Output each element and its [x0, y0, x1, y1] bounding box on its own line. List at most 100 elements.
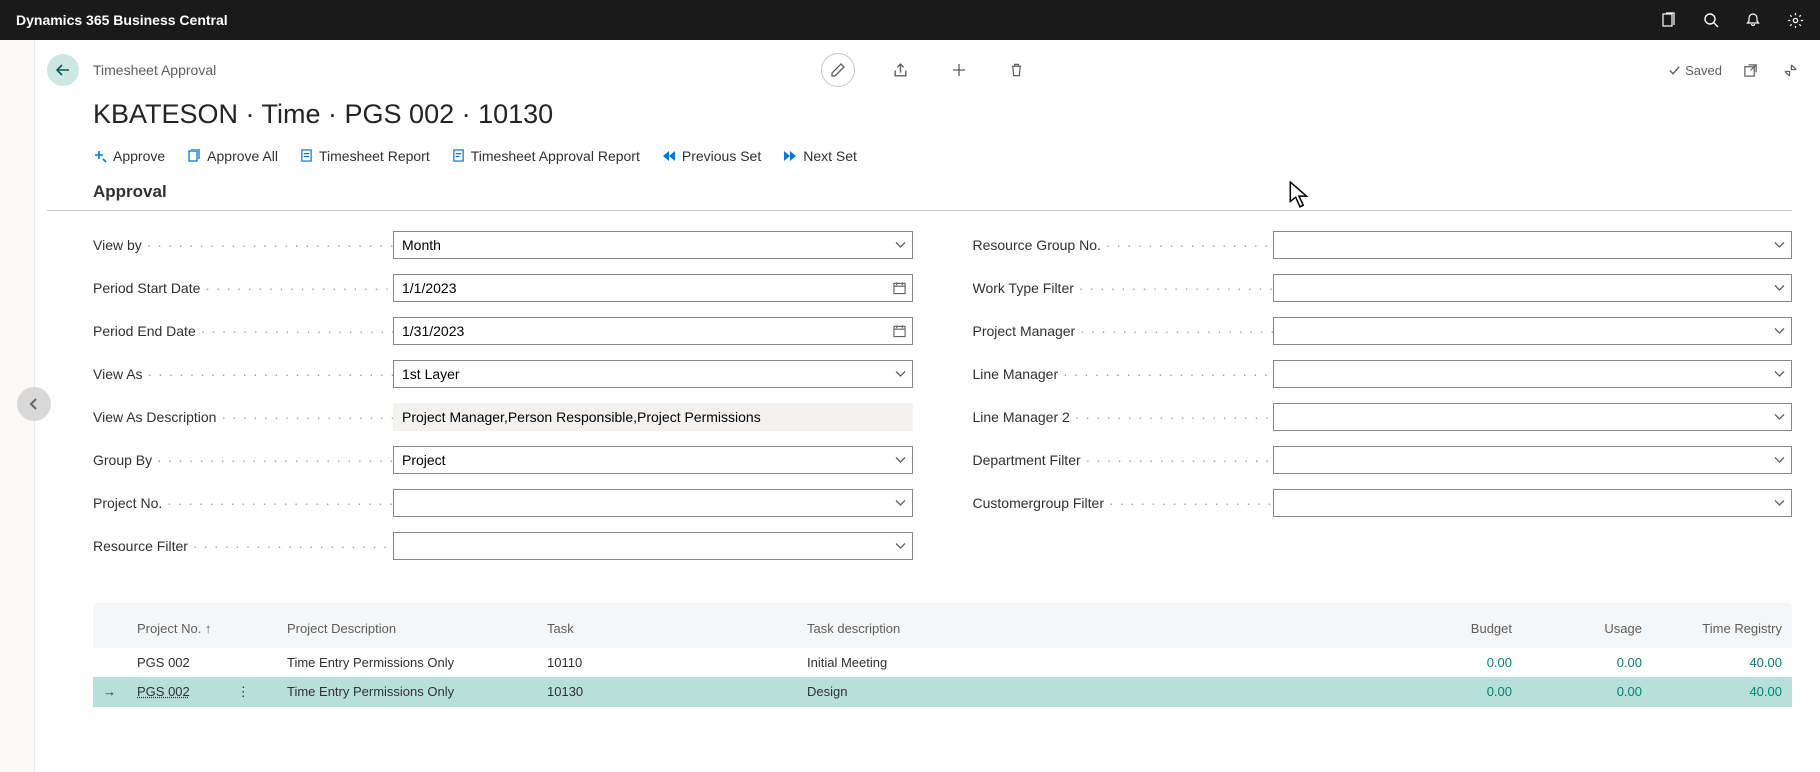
- approve-label: Approve: [113, 148, 165, 164]
- app-title: Dynamics 365 Business Central: [16, 12, 228, 28]
- timesheet-approval-report-label: Timesheet Approval Report: [471, 148, 640, 164]
- col-time-registry[interactable]: Time Registry: [1652, 607, 1792, 648]
- col-project-desc[interactable]: Project Description: [277, 607, 537, 648]
- row-indicator: →: [93, 677, 127, 707]
- resource-group-no-input[interactable]: [1274, 232, 1792, 258]
- cell-task: 10130: [537, 677, 797, 707]
- line-manager-field[interactable]: [1273, 360, 1793, 388]
- new-icon[interactable]: [947, 58, 971, 82]
- work-type-filter-field[interactable]: [1273, 274, 1793, 302]
- report-icon: [300, 149, 313, 162]
- cell-time-registry: 40.00: [1652, 677, 1792, 707]
- period-start-label: Period Start Date: [93, 280, 393, 296]
- view-as-field[interactable]: [393, 360, 913, 388]
- cell-project-no[interactable]: PGS 002 ⋮: [127, 677, 277, 707]
- period-end-input[interactable]: [394, 318, 912, 344]
- approve-all-icon: [187, 149, 201, 163]
- col-task[interactable]: Task: [537, 607, 797, 648]
- table-row[interactable]: → PGS 002 ⋮ Time Entry Permissions Only …: [93, 677, 1792, 707]
- cell-task-desc: Design: [797, 677, 1392, 707]
- collapse-icon[interactable]: [1778, 58, 1802, 82]
- project-manager-input[interactable]: [1274, 318, 1792, 344]
- col-usage[interactable]: Usage: [1522, 607, 1652, 648]
- approve-icon: [93, 149, 107, 163]
- back-button[interactable]: [47, 54, 79, 86]
- share-icon[interactable]: [889, 58, 913, 82]
- view-by-label: View by: [93, 237, 393, 253]
- row-indicator: [93, 648, 127, 677]
- period-end-field[interactable]: [393, 317, 913, 345]
- line-manager-label: Line Manager: [973, 366, 1273, 382]
- work-type-filter-input[interactable]: [1274, 275, 1792, 301]
- saved-indicator: Saved: [1668, 63, 1722, 78]
- approve-action[interactable]: Approve: [93, 148, 165, 164]
- toolbar-right: Saved: [1668, 58, 1802, 82]
- resource-group-no-label: Resource Group No.: [973, 237, 1273, 253]
- line-manager-2-input[interactable]: [1274, 404, 1792, 430]
- cell-budget: 0.00: [1392, 677, 1522, 707]
- view-by-input[interactable]: [394, 232, 912, 258]
- work-type-filter-label: Work Type Filter: [973, 280, 1273, 296]
- view-as-input[interactable]: [394, 361, 912, 387]
- resource-filter-field[interactable]: [393, 532, 913, 560]
- next-set-label: Next Set: [803, 148, 857, 164]
- project-no-label: Project No.: [93, 495, 393, 511]
- approve-all-action[interactable]: Approve All: [187, 148, 278, 164]
- title-bar: Timesheet Approval Saved: [47, 40, 1802, 100]
- breadcrumb: Timesheet Approval: [93, 62, 216, 78]
- line-manager-2-field[interactable]: [1273, 403, 1793, 431]
- app-bar-icons: [1661, 12, 1804, 29]
- page-title: KBATESON · Time · PGS 002 · 10130: [47, 100, 1802, 130]
- group-by-input[interactable]: [394, 447, 912, 473]
- project-no-field[interactable]: [393, 489, 913, 517]
- customergroup-filter-field[interactable]: [1273, 489, 1793, 517]
- app-bar: Dynamics 365 Business Central: [0, 0, 1820, 40]
- department-filter-label: Department Filter: [973, 452, 1273, 468]
- period-start-input[interactable]: [394, 275, 912, 301]
- group-by-field[interactable]: [393, 446, 913, 474]
- view-by-field[interactable]: [393, 231, 913, 259]
- check-icon: [1668, 64, 1681, 77]
- project-no-input[interactable]: [394, 490, 912, 516]
- view-as-desc-input: [394, 404, 912, 430]
- saved-label: Saved: [1685, 63, 1722, 78]
- cell-time-registry: 40.00: [1652, 648, 1792, 677]
- project-manager-field[interactable]: [1273, 317, 1793, 345]
- period-start-field[interactable]: [393, 274, 913, 302]
- edit-button[interactable]: [821, 53, 855, 87]
- cell-usage: 0.00: [1522, 648, 1652, 677]
- department-filter-input[interactable]: [1274, 447, 1792, 473]
- search-icon[interactable]: [1703, 12, 1719, 28]
- previous-set-action[interactable]: Previous Set: [662, 148, 761, 164]
- approve-all-label: Approve All: [207, 148, 278, 164]
- col-project-no[interactable]: Project No. ↑: [127, 607, 277, 648]
- view-as-label: View As: [93, 366, 393, 382]
- timesheet-approval-report-action[interactable]: Timesheet Approval Report: [452, 148, 640, 164]
- resource-group-no-field[interactable]: [1273, 231, 1793, 259]
- col-budget[interactable]: Budget: [1392, 607, 1522, 648]
- gear-icon[interactable]: [1787, 12, 1804, 29]
- table-row[interactable]: PGS 002 Time Entry Permissions Only 1011…: [93, 648, 1792, 677]
- project-manager-label: Project Manager: [973, 323, 1273, 339]
- cell-task: 10110: [537, 648, 797, 677]
- line-manager-input[interactable]: [1274, 361, 1792, 387]
- delete-icon[interactable]: [1005, 58, 1029, 82]
- next-set-icon: [783, 150, 797, 162]
- customergroup-filter-input[interactable]: [1274, 490, 1792, 516]
- approval-report-icon: [452, 149, 465, 162]
- col-task-desc[interactable]: Task description: [797, 607, 1392, 648]
- collapse-left-icon[interactable]: [17, 387, 51, 421]
- timesheet-report-label: Timesheet Report: [319, 148, 430, 164]
- bell-icon[interactable]: [1745, 12, 1761, 28]
- resource-filter-input[interactable]: [394, 533, 912, 559]
- view-as-desc-field: [393, 403, 913, 431]
- open-window-icon[interactable]: [1738, 58, 1762, 82]
- timesheet-report-action[interactable]: Timesheet Report: [300, 148, 430, 164]
- next-set-action[interactable]: Next Set: [783, 148, 857, 164]
- resource-filter-label: Resource Filter: [93, 538, 393, 554]
- department-filter-field[interactable]: [1273, 446, 1793, 474]
- app-icon-1[interactable]: [1661, 12, 1677, 28]
- cell-project-no[interactable]: PGS 002: [127, 648, 277, 677]
- results-grid: Project No. ↑ Project Description Task T…: [93, 603, 1792, 707]
- previous-set-label: Previous Set: [682, 148, 761, 164]
